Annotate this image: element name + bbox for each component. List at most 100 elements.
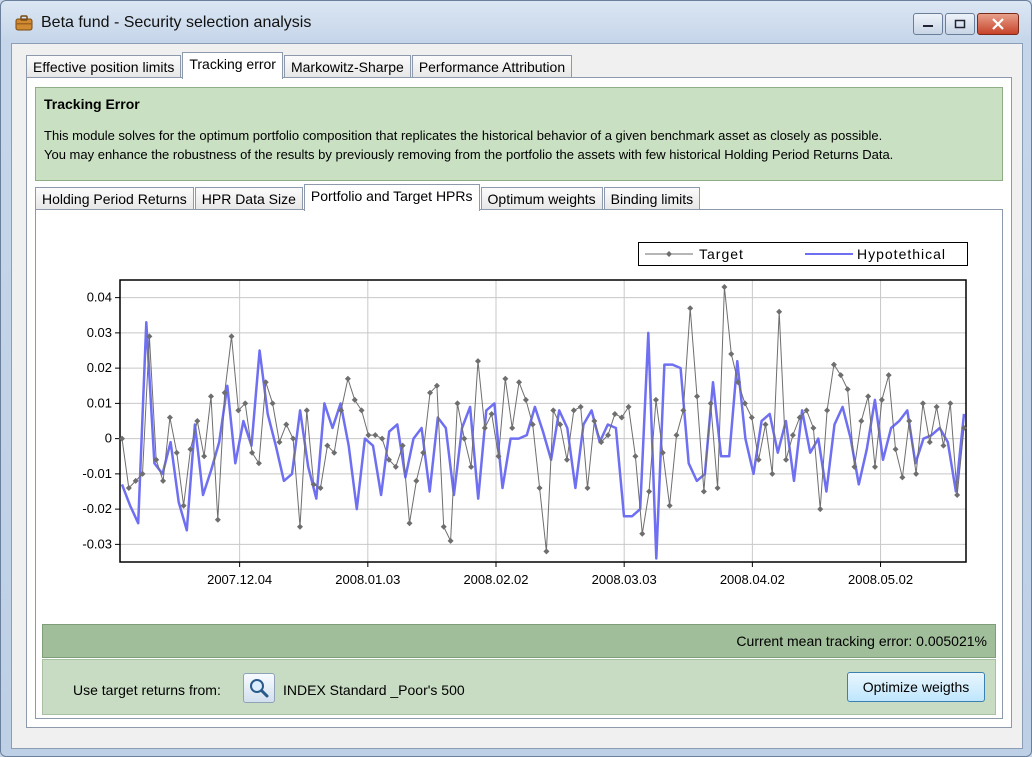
target-point: [591, 418, 598, 424]
window-title: Beta fund - Security selection analysis: [41, 14, 312, 31]
tab-optimum-weights[interactable]: Optimum weights: [480, 187, 603, 210]
target-point: [516, 379, 523, 386]
target-point: [694, 393, 701, 400]
tab-markowitz-sharpe[interactable]: Markowitz-Sharpe: [283, 55, 411, 78]
target-point: [468, 463, 475, 470]
target-point: [947, 400, 954, 407]
title-bar: Beta fund - Security selection analysis: [1, 1, 1031, 47]
target-point: [707, 400, 714, 407]
target-point: [837, 372, 844, 379]
target-point: [372, 432, 379, 439]
target-point: [673, 432, 680, 439]
y-tick-label: 0.01: [87, 395, 112, 410]
target-point: [714, 484, 721, 491]
target-point: [872, 463, 879, 470]
window-controls: [911, 13, 1019, 35]
target-point: [228, 333, 235, 340]
briefcase-icon: [15, 15, 33, 31]
target-point: [666, 502, 673, 509]
target-point: [440, 523, 447, 530]
target-point: [721, 284, 728, 291]
target-point: [933, 403, 940, 410]
target-point: [762, 421, 769, 428]
target-point: [776, 308, 783, 315]
target-point: [194, 418, 201, 424]
y-tick-label: 0.03: [87, 325, 112, 340]
magnifier-icon: [250, 679, 269, 698]
target-point: [509, 425, 516, 432]
target-point: [899, 474, 906, 481]
app-window: Beta fund - Security selection analysis …: [0, 0, 1032, 757]
x-tick-label: 2007.12.04: [207, 572, 272, 587]
target-point: [769, 470, 776, 477]
target-point: [344, 375, 351, 382]
maximize-button[interactable]: [945, 13, 975, 35]
minimize-button[interactable]: [913, 13, 943, 35]
client-area: Effective position limits Tracking error…: [11, 43, 1023, 749]
target-point: [269, 400, 276, 407]
target-point: [413, 477, 420, 484]
target-point: [748, 414, 755, 421]
target-point: [276, 439, 283, 446]
sub-tabstrip: Holding Period Returns HPR Data Size Por…: [35, 184, 701, 211]
y-tick-label: 0: [105, 431, 112, 446]
target-point: [611, 410, 618, 417]
main-tabstrip: Effective position limits Tracking error…: [26, 52, 573, 79]
target-point: [160, 477, 167, 484]
target-point: [577, 403, 584, 410]
target-point: [783, 456, 790, 463]
x-tick-label: 2008.05.02: [848, 572, 913, 587]
target-point: [700, 488, 707, 495]
tab-hpr-data-size[interactable]: HPR Data Size: [194, 187, 303, 210]
tab-holding-period-returns[interactable]: Holding Period Returns: [35, 187, 194, 210]
target-point: [954, 492, 961, 499]
target-point: [639, 530, 646, 537]
target-point: [830, 361, 837, 368]
x-tick-label: 2008.03.03: [592, 572, 657, 587]
close-button[interactable]: [977, 13, 1019, 35]
target-point: [481, 425, 488, 432]
target-point: [625, 403, 632, 410]
target-point: [255, 460, 262, 467]
target-point: [940, 442, 947, 449]
tab-binding-limits[interactable]: Binding limits: [603, 187, 701, 210]
target-point: [728, 351, 735, 358]
optimize-weights-button[interactable]: Optimize weigths: [847, 672, 985, 702]
target-point: [885, 372, 892, 379]
mean-tracking-error: Current mean tracking error: 0.005021%: [736, 633, 987, 649]
tab-performance-attribution[interactable]: Performance Attribution: [411, 55, 573, 78]
x-tick-label: 2008.02.02: [463, 572, 528, 587]
status-bar: Current mean tracking error: 0.005021%: [42, 624, 996, 658]
tab-tracking-error[interactable]: Tracking error: [182, 52, 283, 79]
target-point: [584, 484, 591, 491]
target-point: [447, 537, 454, 544]
use-target-label: Use target returns from:: [73, 682, 221, 698]
close-icon: [992, 18, 1004, 30]
target-point: [865, 393, 872, 400]
target-point: [687, 305, 694, 312]
tab-portfolio-and-target-hprs[interactable]: Portfolio and Target HPRs: [303, 184, 480, 211]
target-point: [550, 407, 557, 414]
target-point: [652, 396, 659, 403]
info-line-1: This module solves for the optimum portf…: [44, 128, 883, 143]
target-point: [810, 425, 817, 432]
tab-effective-position-limits[interactable]: Effective position limits: [26, 55, 182, 78]
target-point: [379, 435, 386, 442]
target-point: [878, 396, 885, 403]
select-index-button[interactable]: [243, 673, 275, 703]
info-title: Tracking Error: [44, 96, 140, 112]
target-point: [351, 396, 358, 403]
maximize-icon: [954, 19, 966, 29]
target-point: [502, 375, 509, 382]
target-point: [474, 358, 481, 365]
index-name: INDEX Standard _Poor's 500: [283, 682, 465, 698]
target-point: [166, 414, 173, 421]
target-point: [858, 418, 865, 424]
minimize-icon: [923, 25, 933, 27]
x-tick-label: 2008.01.03: [335, 572, 400, 587]
target-point: [173, 449, 180, 456]
target-point: [303, 407, 310, 414]
y-tick-label: -0.01: [82, 466, 112, 481]
bottom-bar: Use target returns from: INDEX Standard …: [42, 659, 996, 715]
target-point: [214, 516, 221, 523]
